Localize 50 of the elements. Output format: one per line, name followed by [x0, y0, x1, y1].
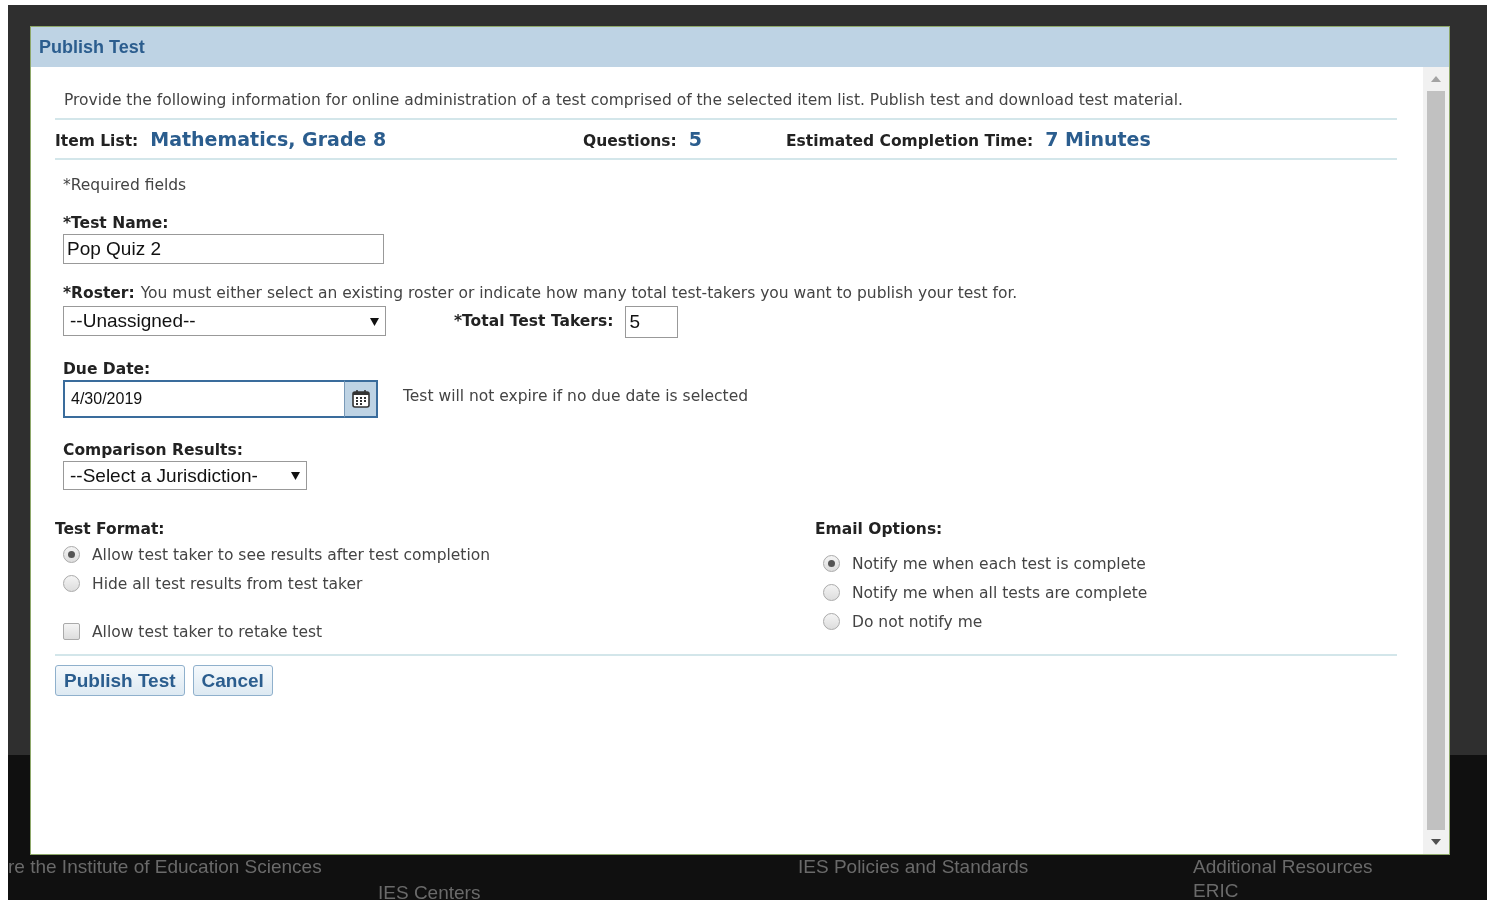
due-date-field[interactable]: 4/30/2019: [63, 380, 344, 418]
field-label: Due Date:: [63, 360, 151, 378]
dialog-title: Publish Test: [39, 36, 145, 58]
radio-button[interactable]: [63, 546, 80, 563]
field-label: *Roster:: [63, 284, 135, 302]
scroll-up-arrow-icon: [1431, 76, 1441, 82]
footer-link[interactable]: IES Policies and Standards: [798, 855, 1193, 879]
publish-button[interactable]: Publish Test: [55, 665, 185, 696]
caret-icon: [291, 471, 300, 480]
summary-label: Estimated Completion Time:: [786, 132, 1034, 150]
radio-button[interactable]: [823, 613, 840, 630]
caret-icon: [370, 316, 379, 326]
field-label: *Total Test Takers:: [454, 312, 614, 330]
option-label: Notify me when all tests are complete: [852, 583, 1148, 602]
test-name-field[interactable]: Pop Quiz 2: [63, 234, 384, 264]
summary-label: Item List:: [55, 132, 139, 150]
scrollbar[interactable]: [1423, 67, 1449, 854]
option-label: Allow test taker to see results after test completion: [92, 545, 490, 564]
checkbox[interactable]: [63, 623, 80, 640]
option-label: Do not notify me: [852, 612, 983, 631]
option-label: Notify me when each test is complete: [852, 554, 1146, 573]
intro-text: Provide the following information for online administration of a test comprised of the selected item list. Publish test and download test material.: [55, 91, 1397, 120]
option-label: Hide all test results from test taker: [92, 574, 363, 593]
summary-value: Mathematics, Grade 8: [150, 128, 387, 150]
calendar-button[interactable]: [344, 380, 378, 418]
scrollbar-thumb[interactable]: [1427, 91, 1445, 830]
field-label: *Test Name:: [63, 214, 169, 232]
section-label: Email Options:: [815, 520, 944, 538]
section-label: Test Format:: [55, 520, 166, 540]
footer-link[interactable]: re the Institute of Education Sciences: [8, 855, 378, 879]
field-label: Comparison Results:: [63, 441, 243, 459]
required-note: *Required fields: [63, 176, 188, 194]
option-label: Allow test taker to retake test: [92, 622, 323, 641]
due-date-note: Test will not expire if no due date is selected: [403, 387, 749, 405]
roster-dropdown[interactable]: --Unassigned--: [63, 306, 386, 336]
summary-value: 5: [688, 128, 702, 150]
footer-link[interactable]: Additional Resources: [1193, 855, 1487, 879]
radio-button[interactable]: [823, 584, 840, 601]
cancel-button[interactable]: Cancel: [192, 665, 273, 696]
footer-link[interactable]: IES Centers: [378, 881, 798, 900]
radio-button[interactable]: [63, 575, 80, 592]
calendar-icon: [350, 389, 371, 409]
scroll-down-arrow-icon: [1431, 839, 1441, 845]
total-test-takers-field[interactable]: 5: [625, 306, 679, 338]
jurisdiction-dropdown[interactable]: --Select a Jurisdiction-: [63, 461, 307, 490]
radio-button[interactable]: [823, 555, 840, 572]
footer-link[interactable]: ERIC: [1193, 879, 1487, 900]
summary-value: 7 Minutes: [1045, 128, 1151, 150]
roster-hint: You must either select an existing roster or indicate how many total test-takers you want to publish your test for.: [140, 284, 1018, 302]
summary-label: Questions:: [583, 132, 677, 150]
